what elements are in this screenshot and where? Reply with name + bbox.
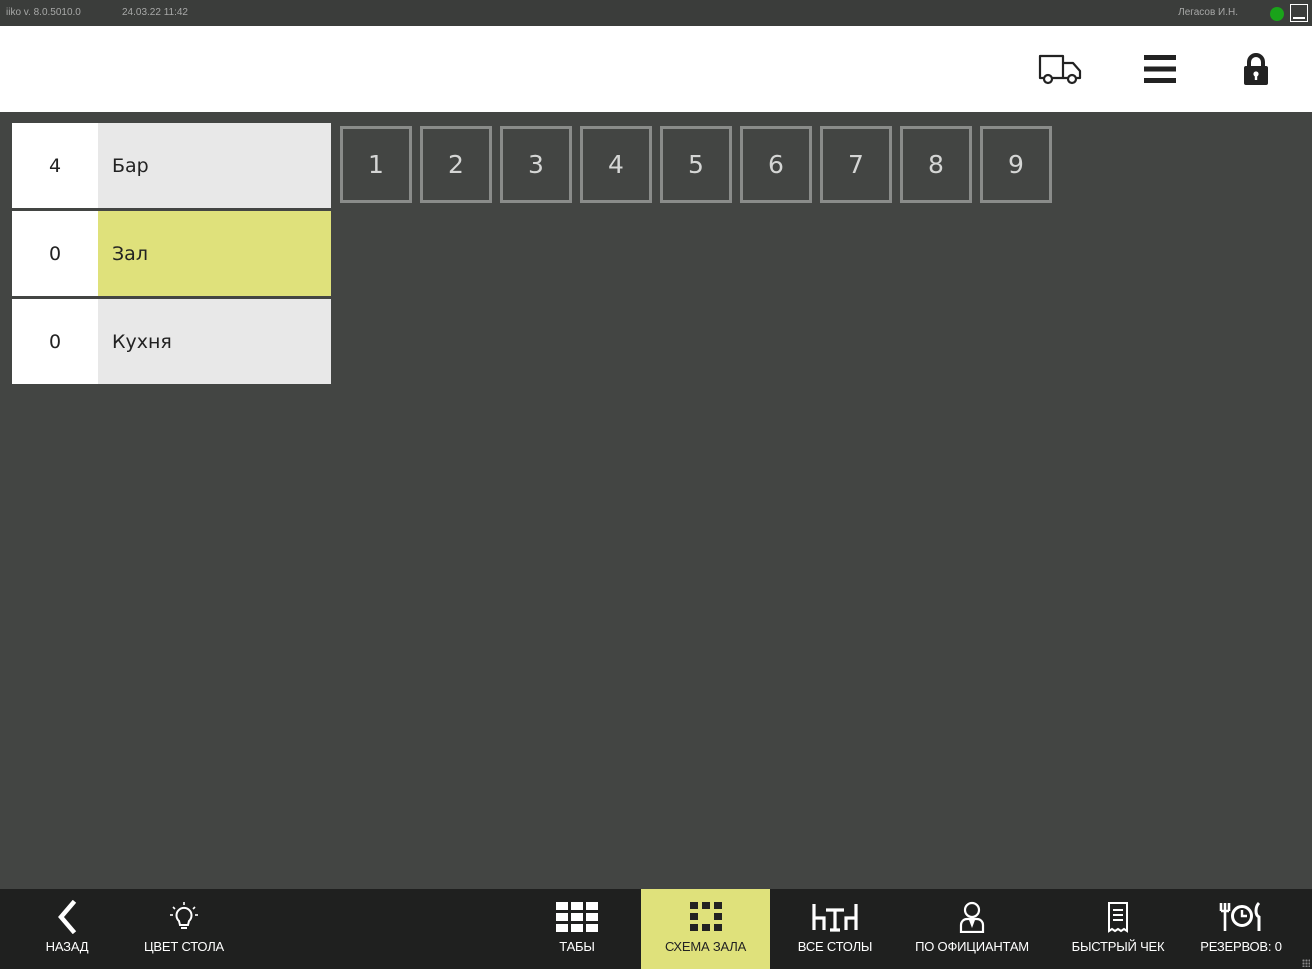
receipt-icon <box>1108 902 1128 933</box>
table-2[interactable]: 2 <box>420 126 492 203</box>
section-item-bar[interactable]: 4 Бар <box>12 123 331 208</box>
table-7[interactable]: 7 <box>820 126 892 203</box>
back-button[interactable]: НАЗАД <box>26 889 108 969</box>
minimize-button[interactable] <box>1290 4 1308 22</box>
header-toolbar <box>0 26 1312 112</box>
section-count: 4 <box>12 123 98 208</box>
app-version: iiko v. 8.0.5010.0 <box>6 7 81 18</box>
table-9[interactable]: 9 <box>980 126 1052 203</box>
current-user: Легасов И.Н. <box>1178 7 1238 18</box>
back-label: НАЗАД <box>45 939 89 954</box>
online-status-icon <box>1270 7 1284 21</box>
by-waiters-button[interactable]: ПО ОФИЦИАНТАМ <box>908 889 1036 969</box>
delivery-truck-icon <box>1038 54 1082 85</box>
section-item-kitchen[interactable]: 0 Кухня <box>12 299 331 384</box>
lock-button[interactable] <box>1216 26 1296 112</box>
quick-check-button[interactable]: БЫСТРЫЙ ЧЕК <box>1060 889 1176 969</box>
title-bar: iiko v. 8.0.5010.0 24.03.22 11:42 Легасо… <box>0 0 1312 26</box>
table-color-button[interactable]: ЦВЕТ СТОЛА <box>130 889 238 969</box>
table-5[interactable]: 5 <box>660 126 732 203</box>
table-1[interactable]: 1 <box>340 126 412 203</box>
date-time: 24.03.22 11:42 <box>122 7 188 18</box>
hamburger-menu-icon <box>1144 55 1176 83</box>
light-bulb-icon <box>170 902 198 929</box>
all-tables-button[interactable]: ВСЕ СТОЛЫ <box>790 889 880 969</box>
bottom-toolbar: НАЗАД ЦВЕТ СТОЛА ТАБЫ СХЕМА ЗАЛА ВСЕ СТО… <box>0 889 1312 969</box>
quick-check-label: БЫСТРЫЙ ЧЕК <box>1071 939 1165 954</box>
section-count: 0 <box>12 211 98 296</box>
resize-grip-icon[interactable] <box>1302 959 1310 967</box>
hall-area: 4 Бар 0 Зал 0 Кухня 1 2 3 4 5 6 7 8 9 <box>0 112 1312 889</box>
table-3[interactable]: 3 <box>500 126 572 203</box>
table-4[interactable]: 4 <box>580 126 652 203</box>
reservation-clock-icon <box>1219 901 1261 931</box>
reservations-button[interactable]: РЕЗЕРВОВ: 0 <box>1194 889 1288 969</box>
grid-icon <box>556 902 598 932</box>
tabs-label: ТАБЫ <box>559 939 595 954</box>
section-name: Кухня <box>98 299 331 384</box>
all-tables-label: ВСЕ СТОЛЫ <box>797 939 873 954</box>
table-color-label: ЦВЕТ СТОЛА <box>144 939 224 954</box>
hall-scheme-icon <box>689 902 722 931</box>
table-6[interactable]: 6 <box>740 126 812 203</box>
hall-scheme-button[interactable]: СХЕМА ЗАЛА <box>641 889 770 969</box>
lock-icon <box>1244 53 1268 85</box>
main-menu-button[interactable] <box>1120 26 1200 112</box>
by-waiters-label: ПО ОФИЦИАНТАМ <box>915 939 1029 954</box>
section-list: 4 Бар 0 Зал 0 Кухня <box>12 123 331 387</box>
table-8[interactable]: 8 <box>900 126 972 203</box>
tabs-button[interactable]: ТАБЫ <box>536 889 618 969</box>
section-name: Зал <box>98 211 331 296</box>
hall-scheme-label: СХЕМА ЗАЛА <box>664 939 747 954</box>
delivery-button[interactable] <box>1020 26 1100 112</box>
section-name: Бар <box>98 123 331 208</box>
waiter-icon <box>959 901 985 933</box>
reservations-label: РЕЗЕРВОВ: 0 <box>1200 939 1282 954</box>
section-count: 0 <box>12 299 98 384</box>
chevron-left-icon <box>58 900 77 934</box>
section-item-hall[interactable]: 0 Зал <box>12 211 331 296</box>
table-chairs-icon <box>812 904 858 932</box>
